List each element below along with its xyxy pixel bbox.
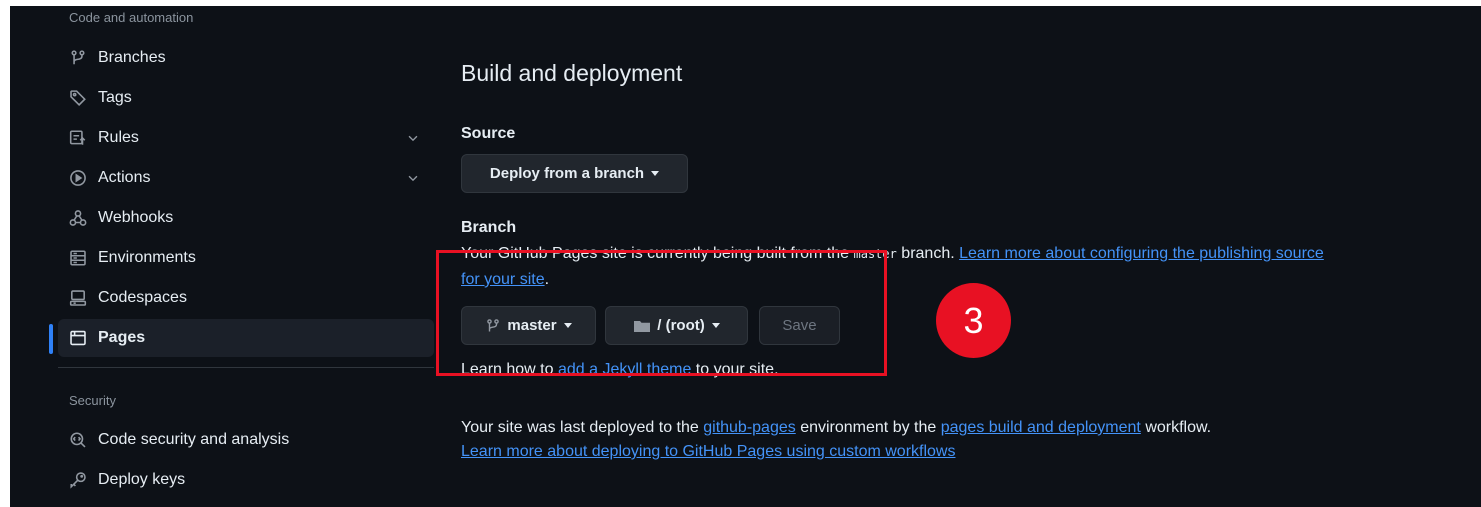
deploy-text: workflow. (1140, 419, 1212, 436)
branch-desc-text: branch. (896, 245, 960, 262)
section-label-security: Security (69, 393, 116, 408)
codescan-icon (68, 430, 88, 450)
sidebar-item-label: Webhooks (98, 209, 174, 226)
branch-label: Branch (461, 219, 517, 236)
deploy-text: Your site was last deployed to the (461, 419, 704, 436)
caret-down-icon (563, 323, 572, 328)
jekyll-theme-hint: Learn how to add a Jekyll theme to your … (461, 358, 779, 382)
publishing-source-link-cont[interactable]: for your site (461, 271, 545, 288)
custom-workflows-link[interactable]: Learn more about deploying to GitHub Pag… (461, 443, 955, 460)
sidebar-item-label: Codespaces (98, 289, 187, 306)
sidebar-item-rules[interactable]: Rules (58, 119, 434, 157)
browser-icon (68, 328, 88, 348)
server-icon (68, 248, 88, 268)
settings-sidebar: Code and automation Branches Tags Rules (10, 6, 440, 507)
sidebar-item-label: Actions (98, 169, 151, 186)
branch-name-code: master (853, 247, 897, 261)
jekyll-text: Learn how to (461, 361, 558, 378)
sidebar-item-code-security[interactable]: Code security and analysis (58, 421, 434, 459)
folder-icon (633, 318, 651, 334)
folder-select-button[interactable]: / (root) (605, 306, 748, 345)
source-select-button[interactable]: Deploy from a branch (461, 154, 688, 193)
sidebar-item-pages[interactable]: Pages (58, 319, 434, 357)
jekyll-text: to your site. (691, 361, 779, 378)
section-label-code-automation: Code and automation (69, 10, 194, 25)
sidebar-item-label: Code security and analysis (98, 431, 290, 448)
workflow-link[interactable]: pages build and deployment (941, 419, 1141, 436)
page-title: Build and deployment (461, 60, 683, 86)
branch-select-button[interactable]: master (461, 306, 596, 345)
active-indicator (49, 324, 53, 354)
tag-icon (68, 88, 88, 108)
deployment-status: Your site was last deployed to the githu… (461, 416, 1211, 440)
key-icon (68, 470, 88, 490)
source-label: Source (461, 125, 516, 142)
caret-down-icon (651, 171, 660, 176)
sidebar-item-label: Pages (98, 329, 146, 346)
sidebar-item-branches[interactable]: Branches (58, 39, 434, 77)
sidebar-item-label: Rules (98, 129, 139, 146)
settings-page: Code and automation Branches Tags Rules (10, 6, 1481, 507)
publishing-source-link[interactable]: Learn more about configuring the publish… (959, 245, 1324, 262)
sidebar-item-label: Branches (98, 49, 166, 66)
branch-desc-text: Your GitHub Pages site is currently bein… (461, 245, 854, 262)
branch-icon (485, 318, 501, 334)
annotation-step-badge: 3 (936, 283, 1011, 358)
chevron-down-icon[interactable] (406, 131, 420, 145)
sidebar-item-deploy-keys[interactable]: Deploy keys (58, 461, 434, 499)
branch-desc-end: . (544, 271, 550, 288)
chevron-down-icon[interactable] (406, 171, 420, 185)
github-pages-env-link[interactable]: github-pages (703, 419, 796, 436)
folder-select-label: / (root) (657, 317, 705, 334)
branch-description-line2: for your site. (461, 268, 549, 292)
webhook-icon (68, 208, 88, 228)
save-button[interactable]: Save (759, 306, 840, 345)
play-icon (68, 168, 88, 188)
branch-select-label: master (507, 317, 557, 334)
sidebar-item-actions[interactable]: Actions (58, 159, 434, 197)
branch-icon (68, 48, 88, 68)
source-select-label: Deploy from a branch (489, 165, 645, 182)
sidebar-item-tags[interactable]: Tags (58, 79, 434, 117)
sidebar-item-webhooks[interactable]: Webhooks (58, 199, 434, 237)
sidebar-item-codespaces[interactable]: Codespaces (58, 279, 434, 317)
sidebar-item-environments[interactable]: Environments (58, 239, 434, 277)
custom-workflows-line: Learn more about deploying to GitHub Pag… (461, 440, 955, 464)
branch-description: Your GitHub Pages site is currently bein… (461, 242, 1324, 266)
codespaces-icon (68, 288, 88, 308)
deploy-text: environment by the (795, 419, 941, 436)
rules-icon (68, 128, 88, 148)
pages-settings-content: Build and deployment Source Deploy from … (460, 6, 1470, 507)
sidebar-divider (58, 367, 434, 368)
jekyll-theme-link[interactable]: add a Jekyll theme (558, 361, 691, 378)
sidebar-item-label: Environments (98, 249, 196, 266)
sidebar-item-label: Tags (98, 89, 132, 106)
caret-down-icon (711, 323, 720, 328)
sidebar-item-label: Deploy keys (98, 471, 186, 488)
